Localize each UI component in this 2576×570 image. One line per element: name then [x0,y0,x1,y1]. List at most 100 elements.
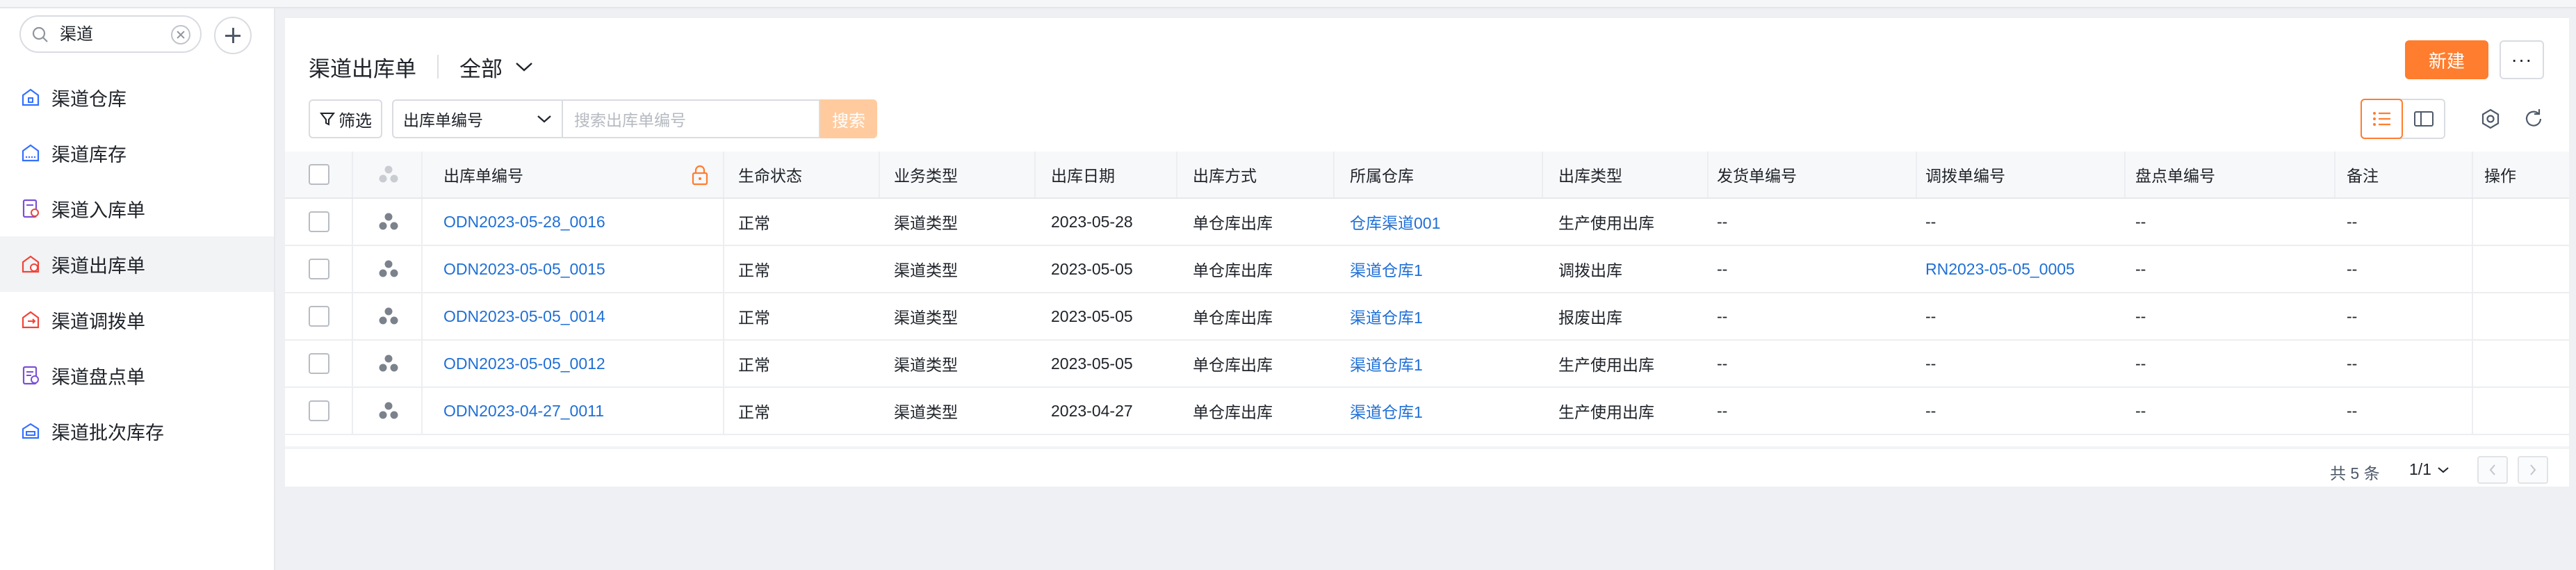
table-row[interactable]: ODN2023-05-05_0015 正常 渠道类型 2023-05-05 单仓… [285,246,2569,293]
sidebar-search-input[interactable]: 渠道 [19,15,202,53]
next-page-button[interactable] [2518,456,2548,484]
note-cell: -- [2347,307,2358,325]
column-divider [421,246,423,292]
inbound-doc-icon [22,199,39,218]
date-cell: 2023-05-05 [1051,354,1133,373]
column-header[interactable]: 出库类型 [1558,152,1622,197]
ship-no-cell: -- [1717,401,1728,420]
biz-type-cell: 渠道类型 [894,309,958,327]
warehouse-link[interactable]: 渠道仓库1 [1350,293,1423,339]
column-divider [723,152,724,197]
search-field-select[interactable]: 出库单编号 [392,99,562,138]
warehouse-link[interactable]: 仓库渠道001 [1350,199,1440,245]
outbound-id-link[interactable]: ODN2023-05-05_0015 [443,246,605,292]
pagination: 共 5 条 1/1 [285,456,2569,487]
sidebar: 渠道 渠道仓库 渠道库存 渠道入库单 渠道出库单 渠道调拨单 渠道盘点单 渠道批… [0,8,275,570]
sidebar-item-channel-stocktake[interactable]: 渠道盘点单 [0,348,274,403]
column-divider [1176,152,1177,197]
column-divider [2472,341,2473,386]
row-checkbox[interactable] [309,211,329,232]
column-divider [421,199,423,245]
column-header[interactable]: 出库日期 [1051,152,1115,197]
column-divider [723,341,724,386]
row-avatar-cell [377,341,400,386]
filter-button[interactable]: 筛选 [309,99,382,138]
more-button[interactable]: ··· [2500,40,2544,79]
column-header[interactable]: 调拨单编号 [1925,152,2005,197]
column-divider [421,293,423,339]
warehouse-link[interactable]: 渠道仓库1 [1350,388,1423,434]
table-row[interactable]: ODN2023-05-05_0012 正常 渠道类型 2023-05-05 单仓… [285,341,2569,388]
page-indicator: 1/1 [2409,460,2431,478]
page-title: 渠道出库单 [309,56,416,81]
select-all-checkbox[interactable] [309,164,329,185]
table-row[interactable]: ODN2023-04-27_0011 正常 渠道类型 2023-04-27 单仓… [285,388,2569,435]
warehouse-link[interactable]: 渠道仓库1 [1350,246,1423,292]
column-divider [352,293,353,339]
sidebar-item-channel-outbound[interactable]: 渠道出库单 [0,236,274,292]
view-select-value: 全部 [459,56,503,81]
column-header[interactable]: 业务类型 [894,152,958,197]
column-divider [1333,152,1335,197]
row-checkbox[interactable] [309,306,329,327]
biz-type-cell: 渠道类型 [894,214,958,232]
column-header[interactable]: 生命状态 [738,152,802,197]
outbound-id-link[interactable]: ODN2023-05-28_0016 [443,199,605,245]
sidebar-item-label: 渠道批次库存 [51,422,164,443]
outbound-id-link[interactable]: ODN2023-05-05_0012 [443,341,605,386]
outbound-id-link[interactable]: ODN2023-05-05_0014 [443,293,605,339]
view-select[interactable]: 全部 [459,51,533,83]
column-header[interactable]: 所属仓库 [1350,152,1414,197]
settings-icon[interactable] [2479,107,2502,131]
row-checkbox[interactable] [309,353,329,374]
transfer-no-link[interactable]: RN2023-05-05_0005 [1925,246,2075,292]
transfer-no-cell: -- [1925,307,1937,325]
row-select-cell [309,293,329,339]
column-divider [352,199,353,245]
transfer-no-cell: -- [1925,401,1937,420]
column-header[interactable]: 盘点单编号 [2135,152,2215,197]
sidebar-item-channel-batch-inventory[interactable]: 渠道批次库存 [0,403,274,459]
ship-no-cell: -- [1717,259,1728,278]
sidebar-item-channel-inbound[interactable]: 渠道入库单 [0,181,274,236]
column-divider [352,152,353,197]
add-button[interactable] [214,17,252,54]
note-cell: -- [2347,212,2358,231]
column-divider [1542,152,1543,197]
table-row[interactable]: ODN2023-05-05_0014 正常 渠道类型 2023-05-05 单仓… [285,293,2569,341]
page-select[interactable]: 1/1 [2409,460,2449,479]
search-button[interactable]: 搜索 [820,99,877,138]
column-header[interactable]: 备注 [2347,152,2379,197]
inventory-icon [22,144,40,162]
top-strip [0,0,2576,8]
row-checkbox[interactable] [309,259,329,279]
new-button[interactable]: 新建 [2405,40,2488,79]
sidebar-item-channel-warehouse[interactable]: 渠道仓库 [0,70,274,125]
data-table: 出库单编号 生命状态 业务类型 出库日期 出库方式 所属仓库 出库类型 发货单编… [285,152,2569,449]
column-header: 操作 [2484,167,2516,185]
lock-icon[interactable] [690,164,710,186]
sidebar-item-channel-transfer[interactable]: 渠道调拨单 [0,292,274,348]
column-divider [2124,152,2126,197]
sidebar-item-label: 渠道库存 [51,144,127,165]
prev-page-button[interactable] [2477,456,2508,484]
sidebar-item-channel-inventory[interactable]: 渠道库存 [0,125,274,181]
list-view-button[interactable] [2361,99,2404,139]
outbound-id-link[interactable]: ODN2023-04-27_0011 [443,388,604,434]
column-header[interactable]: 出库单编号 [443,152,523,197]
column-header[interactable]: 发货单编号 [1717,152,1797,197]
ship-no-cell: -- [1717,354,1728,373]
split-view-button[interactable] [2403,100,2444,138]
row-checkbox[interactable] [309,400,329,421]
column-divider [879,152,880,197]
clear-icon[interactable] [171,25,190,44]
search-input[interactable]: 搜索出库单编号 [562,99,820,138]
column-divider [352,341,353,386]
ship-no-cell: -- [1717,212,1728,231]
warehouse-link[interactable]: 渠道仓库1 [1350,341,1423,386]
column-header[interactable]: 出库方式 [1193,152,1257,197]
refresh-icon[interactable] [2522,107,2545,131]
column-divider [723,388,724,434]
table-row[interactable]: ODN2023-05-28_0016 正常 渠道类型 2023-05-28 单仓… [285,199,2569,246]
view-toggle [2361,99,2445,139]
